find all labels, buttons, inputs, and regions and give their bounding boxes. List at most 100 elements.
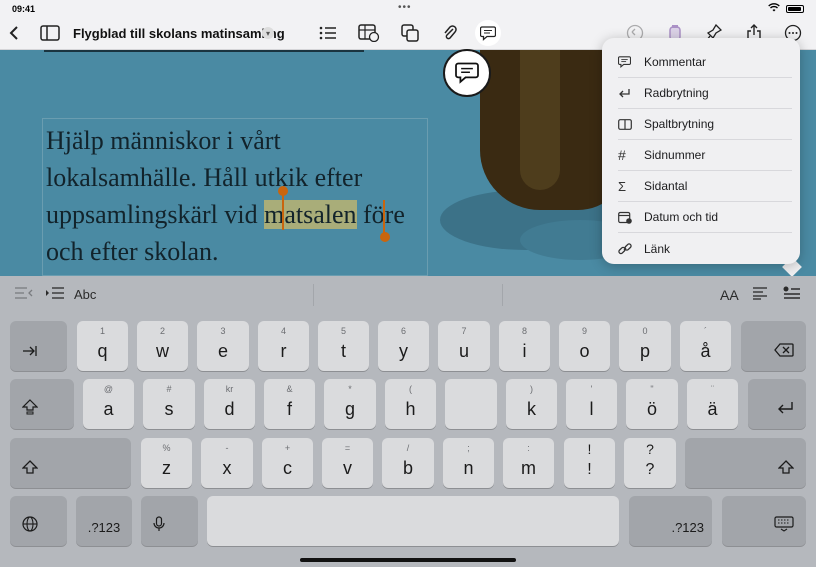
keyboard-shortcut-bar: Abc AA <box>0 276 816 314</box>
tab-key[interactable] <box>10 321 67 371</box>
key-a[interactable]: @ a <box>83 379 134 429</box>
shift-key-left[interactable] <box>10 438 131 488</box>
indent-icon[interactable] <box>45 286 65 303</box>
key-label: p <box>639 341 650 361</box>
key-o[interactable]: 9o <box>559 321 610 371</box>
key-c[interactable]: + c <box>262 438 313 488</box>
selection-end-handle[interactable] <box>380 232 390 242</box>
key-å[interactable]: ´ å <box>680 321 731 371</box>
table-icon[interactable] <box>358 22 380 44</box>
numbers-key-left[interactable]: .?123 <box>76 496 132 546</box>
menu-item-column-break[interactable]: Spaltbrytning <box>618 109 792 140</box>
key-g[interactable]: * g <box>324 379 376 429</box>
key-sub: ¨ <box>711 384 714 394</box>
return-key[interactable] <box>748 379 806 429</box>
key-u[interactable]: 7u <box>438 321 490 371</box>
key-sub: ! <box>587 441 592 457</box>
back-icon[interactable] <box>3 22 25 44</box>
key-sub: 5 <box>340 326 346 336</box>
home-indicator[interactable] <box>300 558 516 562</box>
key-sub: 3 <box>220 326 226 336</box>
key-label: y <box>399 341 408 361</box>
wifi-icon <box>768 3 780 14</box>
key-y[interactable]: 6y <box>378 321 429 371</box>
shift-key-right[interactable] <box>685 438 806 488</box>
shift-icon <box>777 460 795 479</box>
space-key[interactable] <box>207 496 619 546</box>
key-ö[interactable]: " ö <box>626 379 678 429</box>
key-q[interactable]: 1q <box>77 321 128 371</box>
key-sub: + <box>284 443 291 453</box>
key-v[interactable]: = v <box>322 438 373 488</box>
key-sub: 6 <box>400 326 406 336</box>
divider <box>502 284 503 306</box>
menu-item-page-count[interactable]: Σ Sidantal <box>618 171 792 202</box>
key-question[interactable]: ?? <box>624 438 676 488</box>
menu-item-line-break[interactable]: Radbrytning <box>618 78 792 109</box>
key-s[interactable]: # s <box>143 379 195 429</box>
key-w[interactable]: 2w <box>137 321 188 371</box>
key-n[interactable]: ; n <box>443 438 494 488</box>
delete-icon <box>774 343 794 362</box>
key-m[interactable]: :m <box>503 438 554 488</box>
outdent-icon[interactable] <box>14 286 34 303</box>
key-label: z <box>162 458 171 478</box>
key-b[interactable]: / b <box>382 438 434 488</box>
globe-key[interactable] <box>10 496 67 546</box>
chevron-down-icon[interactable]: ▾ <box>262 27 274 39</box>
selected-text[interactable]: matsalen <box>264 200 357 229</box>
status-time: 09:41 <box>12 4 36 14</box>
status-right <box>768 3 804 14</box>
key-label: w <box>156 341 169 361</box>
menu-item-label: Radbrytning <box>644 86 709 100</box>
menu-item-page-number[interactable]: # Sidnummer <box>618 140 792 171</box>
key-p[interactable]: 0p <box>619 321 671 371</box>
key-sub: 7 <box>461 326 467 336</box>
sidebar-icon[interactable] <box>39 22 61 44</box>
key-exclamation[interactable]: !! <box>564 438 615 488</box>
key-sub: % <box>162 443 171 453</box>
key-label: l <box>589 399 594 419</box>
shapes-icon[interactable] <box>399 22 421 44</box>
key-h[interactable]: (h <box>385 379 436 429</box>
key-sub: 8 <box>521 326 527 336</box>
key-z[interactable]: % z <box>141 438 192 488</box>
key-r[interactable]: 4r <box>258 321 309 371</box>
key-t[interactable]: 5t <box>318 321 369 371</box>
key-j[interactable] <box>445 379 497 429</box>
key-f[interactable]: & f <box>264 379 315 429</box>
key-label: i <box>522 341 527 361</box>
key-sub: kr <box>225 384 234 394</box>
font-size-button[interactable]: AA <box>720 287 739 303</box>
body-text[interactable]: Hjälp människor i vårt lokalsamhälle. Hå… <box>46 122 426 270</box>
key-sub: & <box>286 384 293 394</box>
key-label: ö <box>646 399 657 419</box>
dictation-key[interactable] <box>141 496 198 546</box>
key-e[interactable]: 3e <box>197 321 249 371</box>
menu-item-date-time[interactable]: Datum och tid <box>618 202 792 233</box>
key-l[interactable]: ' l <box>566 379 617 429</box>
document-title[interactable]: Flygblad till skolans matinsamling <box>73 26 285 41</box>
attachment-icon[interactable] <box>439 22 461 44</box>
delete-key[interactable] <box>741 321 806 371</box>
multitasking-dots[interactable]: ••• <box>398 2 412 13</box>
caps-lock-key[interactable] <box>10 379 74 429</box>
menu-item-link[interactable]: Länk <box>618 233 792 264</box>
key-label: x <box>222 458 232 478</box>
key-i[interactable]: 8i <box>499 321 550 371</box>
hide-keyboard-key[interactable] <box>722 496 806 546</box>
comment-icon[interactable] <box>477 22 499 44</box>
menu-item-comment[interactable]: Kommentar <box>618 47 792 78</box>
align-left-icon[interactable] <box>752 286 768 303</box>
key-d[interactable]: kr d <box>204 379 255 429</box>
key-label: k <box>527 399 536 419</box>
insert-list-icon[interactable] <box>783 286 801 303</box>
paragraph-style-button[interactable]: Abc <box>74 287 96 302</box>
key-label: .?123 <box>87 520 121 535</box>
list-icon[interactable] <box>317 22 339 44</box>
key-x[interactable]: -x <box>201 438 253 488</box>
key-k[interactable]: ) k <box>506 379 557 429</box>
key-ä[interactable]: ¨ ä <box>687 379 738 429</box>
menu-item-label: Länk <box>644 241 671 256</box>
numbers-key-right[interactable]: .?123 <box>629 496 712 546</box>
